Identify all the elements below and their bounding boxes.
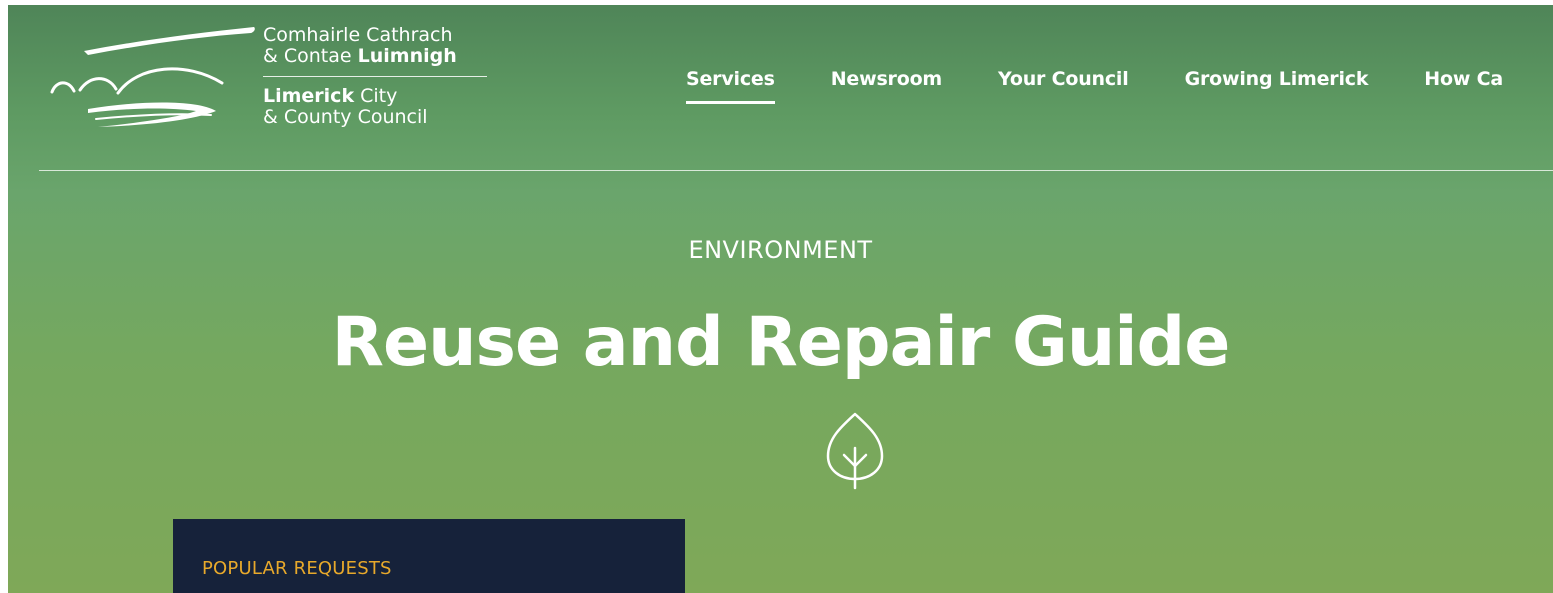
nav-item-growing-limerick[interactable]: Growing Limerick xyxy=(1185,68,1369,90)
council-logo[interactable]: Comhairle Cathrach & Contae Luimnigh Lim… xyxy=(46,15,496,145)
leaf-icon xyxy=(826,412,884,490)
main-nav: Services Newsroom Your Council Growing L… xyxy=(686,68,1553,104)
nav-item-your-council[interactable]: Your Council xyxy=(998,68,1129,90)
logo-line1: Comhairle Cathrach xyxy=(263,24,453,46)
header-divider xyxy=(39,170,1553,171)
nav-item-newsroom[interactable]: Newsroom xyxy=(831,68,943,90)
logo-line3: Limerick City xyxy=(263,86,428,107)
nav-item-services[interactable]: Services xyxy=(686,68,775,104)
page-viewport: Comhairle Cathrach & Contae Luimnigh Lim… xyxy=(8,5,1553,593)
section-eyebrow: ENVIRONMENT xyxy=(688,236,873,264)
limerick-bridge-logo-icon xyxy=(50,27,255,127)
logo-line2-bold: Luimnigh xyxy=(357,45,457,67)
logo-irish-name: Comhairle Cathrach & Contae Luimnigh xyxy=(263,25,457,67)
logo-line2: & Contae Luimnigh xyxy=(263,46,457,67)
popular-requests-panel: POPULAR REQUESTS xyxy=(173,519,685,593)
logo-line3-bold: Limerick xyxy=(263,85,355,107)
page-title: Reuse and Repair Guide xyxy=(331,303,1231,382)
logo-line3-suffix: City xyxy=(354,85,398,107)
logo-line4: & County Council xyxy=(263,106,428,128)
logo-english-name: Limerick City & County Council xyxy=(263,86,428,128)
logo-divider xyxy=(263,76,487,77)
popular-requests-title: POPULAR REQUESTS xyxy=(202,558,392,579)
nav-item-how-can[interactable]: How Ca xyxy=(1424,68,1503,90)
logo-line2-prefix: & Contae xyxy=(263,45,358,67)
